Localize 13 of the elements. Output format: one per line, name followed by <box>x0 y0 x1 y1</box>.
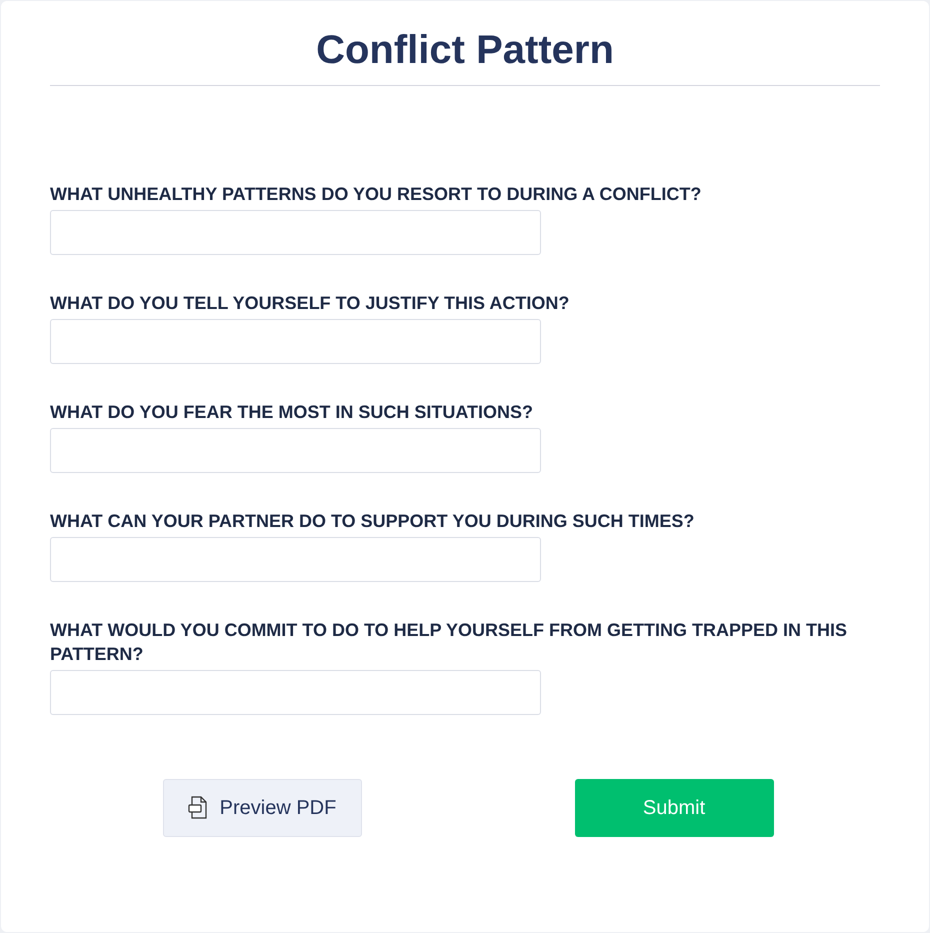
question-label: WHAT DO YOU FEAR THE MOST IN SUCH SITUATIONS? <box>50 401 534 424</box>
question-label: WHAT WOULD YOU COMMIT TO DO TO HELP YOURSELF FROM GETTING TRAPPED IN THIS PATTERN? <box>50 619 848 666</box>
question-label: WHAT UNHEALTHY PATTERNS DO YOU RESORT TO DURING A CONFLICT? <box>50 183 702 206</box>
preview-pdf-button[interactable]: Preview PDF <box>162 779 362 837</box>
question-label: WHAT DO YOU TELL YOURSELF TO JUSTIFY THIS ACTION? <box>50 292 570 315</box>
answer-field[interactable] <box>50 319 541 364</box>
answer-field[interactable] <box>50 670 541 715</box>
answer-field[interactable] <box>50 537 541 582</box>
pdf-file-icon <box>188 796 208 820</box>
answer-field[interactable] <box>50 428 541 473</box>
answer-field[interactable] <box>50 210 541 255</box>
form-title: Conflict Pattern <box>315 27 615 74</box>
question-label: WHAT CAN YOUR PARTNER DO TO SUPPORT YOU DURING SUCH TIMES? <box>50 510 696 533</box>
